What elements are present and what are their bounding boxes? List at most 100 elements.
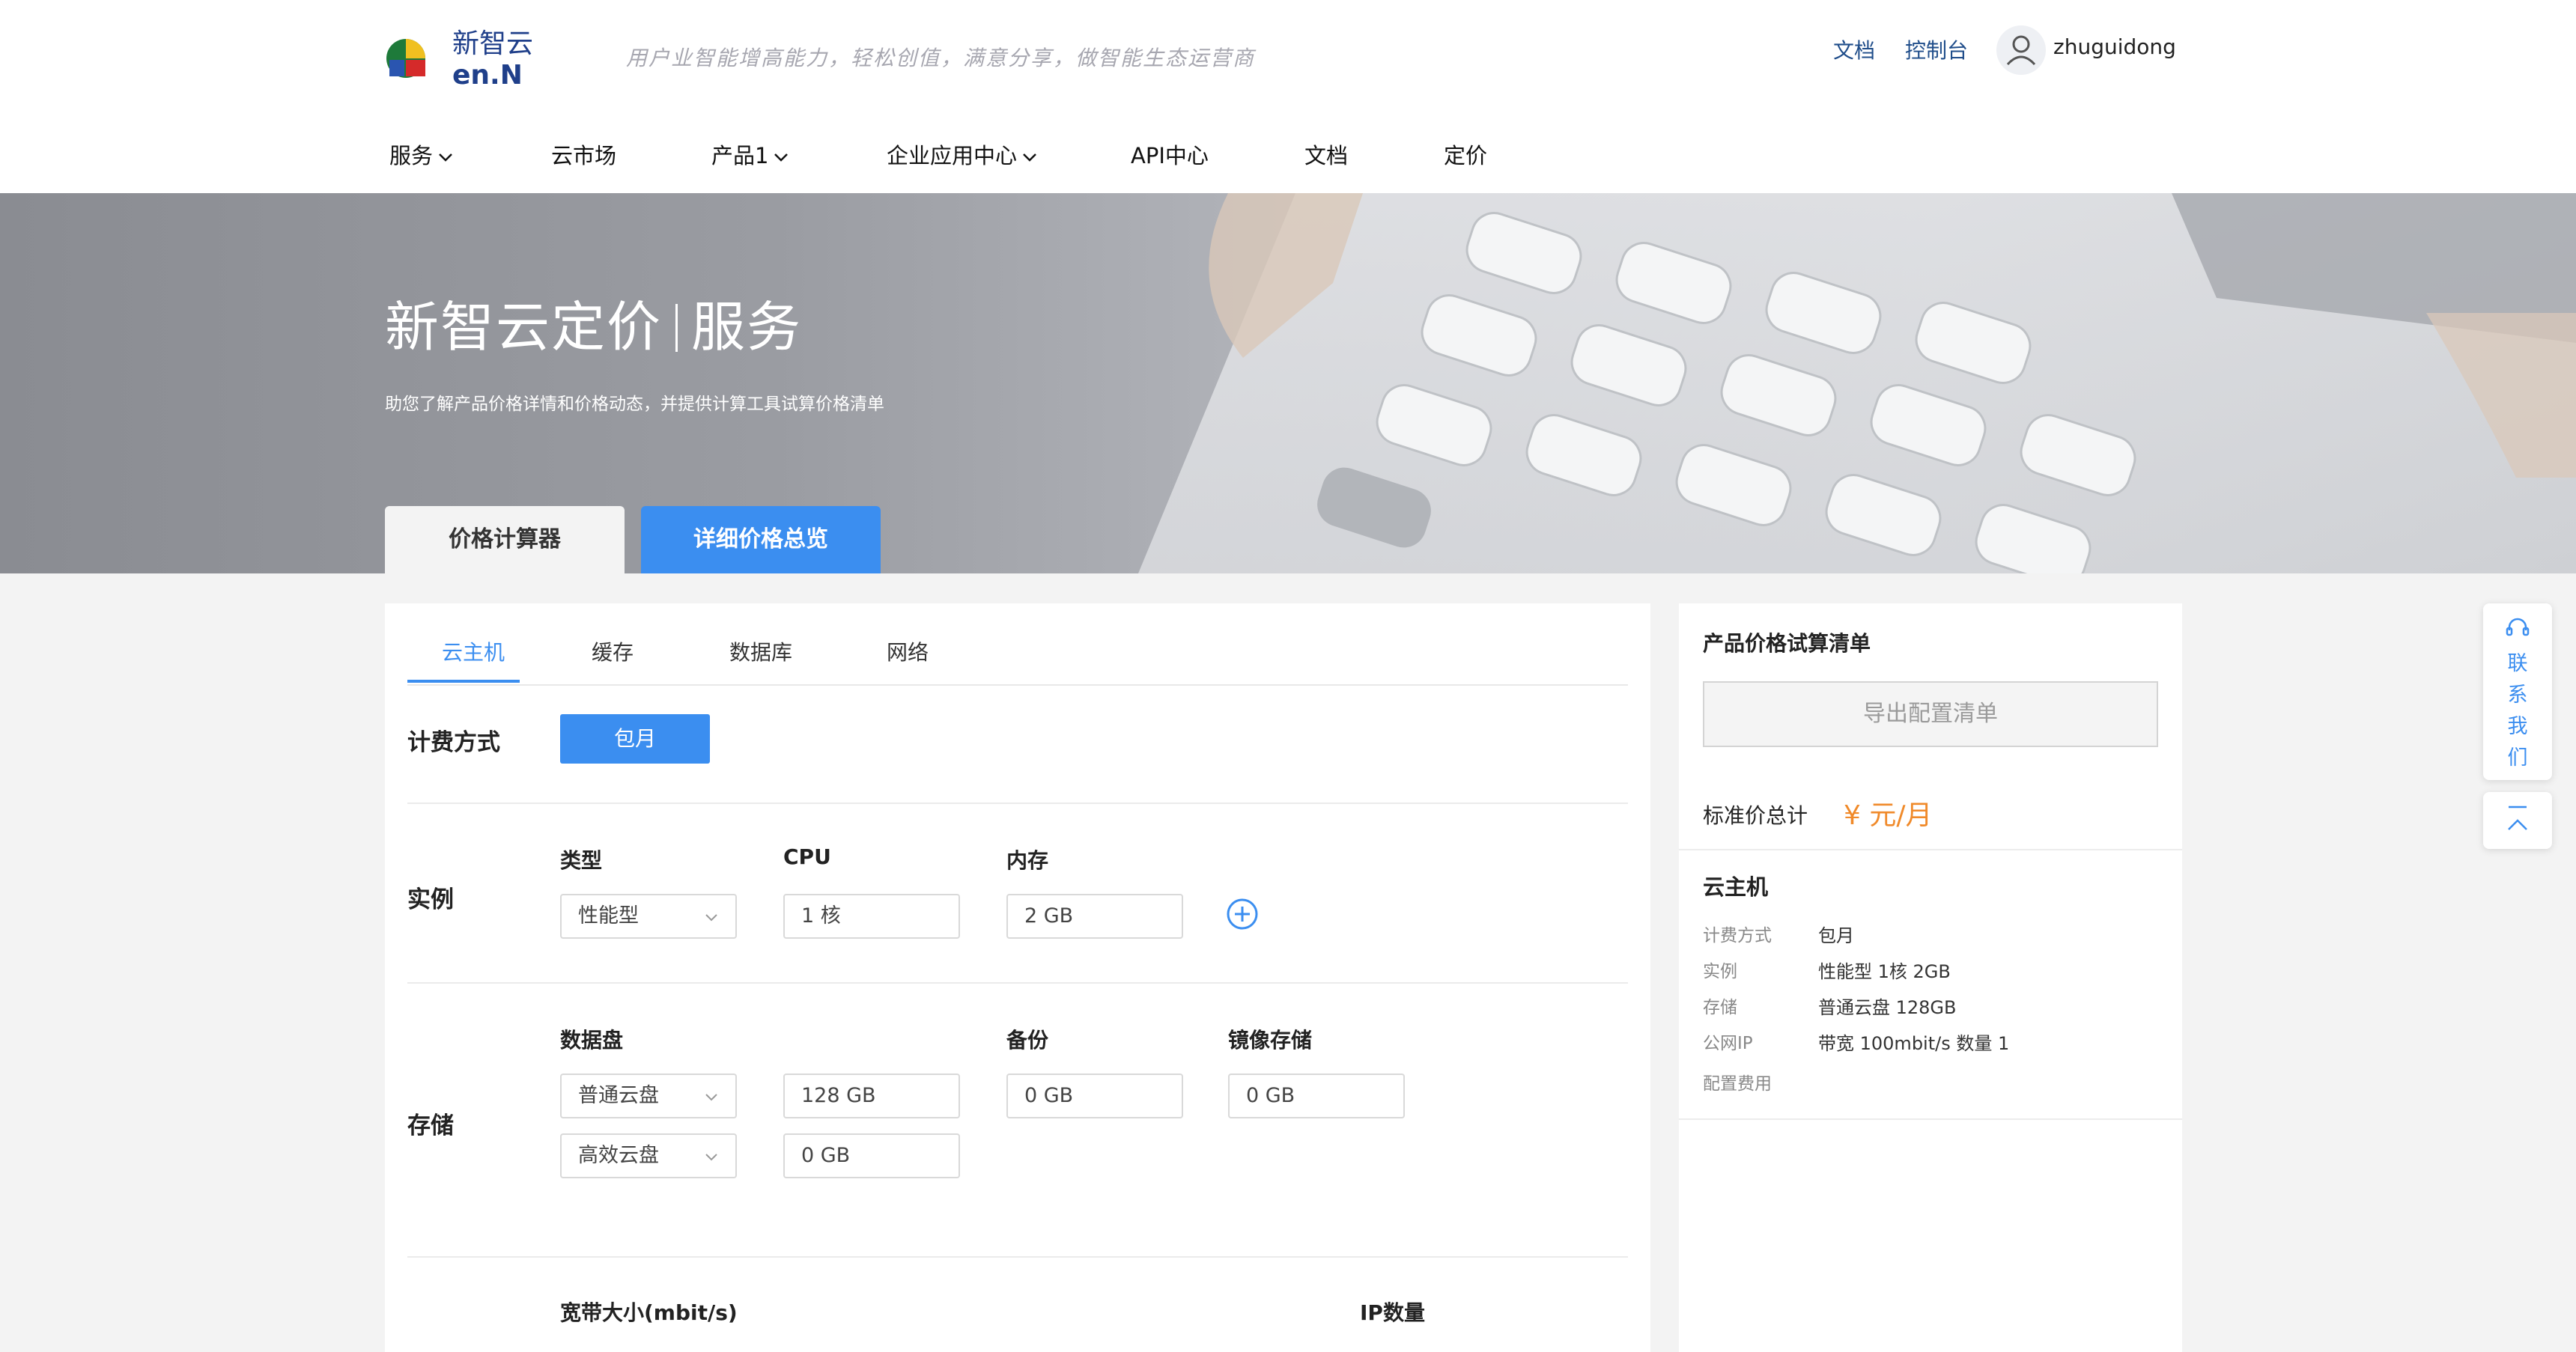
memory-value: 2 GB: [1024, 904, 1074, 928]
summary-value: 包月: [1818, 925, 1854, 946]
data-disk-label: 数据盘: [560, 1028, 624, 1053]
chevron-down-icon: [439, 153, 452, 162]
site-header: 新智云 en.N 用户业智能增高能力，轻松创值，满意分享，做智能生态运营商 文档…: [0, 0, 2576, 195]
calculator-panel: 云主机 缓存 数据库 网络 计费方式 包月 实例 类型 CPU 内存 性能型 1…: [385, 603, 1650, 1352]
nav-label: 企业应用中心: [887, 143, 1018, 168]
disk-size-value: 0 GB: [801, 1144, 851, 1167]
billing-label: 计费方式: [407, 729, 500, 756]
add-circle-icon[interactable]: [1225, 897, 1260, 931]
tab-cloud-host[interactable]: 云主机: [442, 636, 505, 666]
export-config-button[interactable]: 导出配置清单: [1703, 681, 2158, 747]
disk-type-select[interactable]: 普通云盘: [560, 1074, 737, 1118]
tab-database[interactable]: 数据库: [729, 636, 792, 666]
disk-size-value: 128 GB: [801, 1084, 876, 1107]
divider: [407, 1256, 1628, 1258]
tab-cache[interactable]: 缓存: [592, 636, 634, 666]
nav-label: API中心: [1131, 143, 1209, 168]
nav-label: 云市场: [551, 143, 617, 168]
chevron-down-icon: [705, 1154, 717, 1161]
bandwidth-label: 宽带大小(mbit/s): [560, 1300, 738, 1325]
divider: [407, 803, 1628, 804]
calculator-illustration: [1138, 193, 2576, 573]
total-price: ¥ 元/月: [1844, 800, 1933, 831]
pricing-banner: 新智云定价 服务 助您了解产品价格详情和价格动态，并提供计算工具试算价格清单 价格…: [0, 193, 2576, 573]
backup-value: 0 GB: [1024, 1084, 1074, 1107]
tab-price-overview[interactable]: 详细价格总览: [641, 506, 881, 573]
image-storage-label: 镜像存储: [1228, 1028, 1313, 1053]
total-label: 标准价总计: [1703, 803, 1808, 828]
site-logo[interactable]: 新智云 en.N: [383, 24, 571, 93]
summary-section-title: 云主机: [1703, 874, 1769, 900]
title-separator: [675, 304, 678, 352]
price-summary-panel: 产品价格试算清单 导出配置清单 标准价总计 ¥ 元/月 云主机 计费方式 包月 …: [1679, 603, 2182, 1352]
image-storage-value: 0 GB: [1246, 1084, 1295, 1107]
page-title-main: 新智云定价: [385, 296, 663, 359]
contact-label: 们: [2507, 746, 2528, 770]
user-icon: [2006, 35, 2036, 66]
disk-size-input[interactable]: 0 GB: [783, 1133, 960, 1178]
active-tab-indicator: [407, 680, 520, 683]
summary-title: 产品价格试算清单: [1703, 631, 1871, 656]
disk-type-value: 普通云盘: [578, 1084, 659, 1107]
contact-us-button[interactable]: 联 系 我 们: [2483, 603, 2552, 780]
console-link[interactable]: 控制台: [1905, 34, 1968, 64]
backup-input[interactable]: 0 GB: [1006, 1074, 1183, 1118]
nav-item-docs[interactable]: 文档: [1304, 138, 1348, 170]
summary-key: 计费方式: [1703, 926, 1772, 946]
nav-item-pricing[interactable]: 定价: [1444, 138, 1487, 170]
cpu-label: CPU: [783, 844, 831, 869]
disk-size-input[interactable]: 128 GB: [783, 1074, 960, 1118]
banner-subtitle: 助您了解产品价格详情和价格动态，并提供计算工具试算价格清单: [385, 395, 884, 414]
billing-monthly-button[interactable]: 包月: [560, 714, 710, 764]
storage-label: 存储: [407, 1112, 454, 1139]
chevron-down-icon: [705, 1094, 717, 1101]
divider: [407, 982, 1628, 984]
nav-label: 产品1: [711, 143, 769, 168]
summary-key: 存储: [1703, 998, 1737, 1017]
disk-type-select[interactable]: 高效云盘: [560, 1133, 737, 1178]
contact-label: 我: [2507, 715, 2528, 738]
cpu-input[interactable]: 1 核: [783, 894, 960, 939]
page-title: 新智云定价 服务: [385, 283, 802, 362]
logo-text: 新智云: [452, 28, 533, 59]
nav-item-product1[interactable]: 产品1: [711, 138, 789, 170]
divider: [1679, 849, 2182, 850]
tab-network[interactable]: 网络: [887, 636, 929, 666]
summary-key: 配置费用: [1703, 1074, 1772, 1094]
docs-link[interactable]: 文档: [1833, 34, 1875, 64]
nav-label: 服务: [389, 143, 434, 168]
tab-price-calculator[interactable]: 价格计算器: [385, 506, 625, 573]
nav-item-api[interactable]: API中心: [1131, 138, 1209, 170]
nav-item-enterprise[interactable]: 企业应用中心: [887, 138, 1038, 170]
disk-type-value: 高效云盘: [578, 1144, 659, 1167]
cpu-value: 1 核: [801, 904, 841, 928]
nav-item-market[interactable]: 云市场: [551, 138, 616, 170]
logo-subtext: en.N: [452, 60, 523, 91]
avatar[interactable]: [1996, 25, 2046, 75]
chevron-down-icon: [705, 914, 717, 922]
instance-type-select[interactable]: 性能型: [560, 894, 737, 939]
product-tabs: 云主机 缓存 数据库 网络: [407, 603, 1628, 686]
page-title-sub: 服务: [691, 296, 803, 359]
instance-label: 实例: [407, 886, 454, 913]
chevron-down-icon: [1023, 153, 1036, 162]
summary-key: 公网IP: [1703, 1034, 1753, 1053]
ip-count-label: IP数量: [1360, 1300, 1425, 1325]
username[interactable]: zhuguidong: [2053, 34, 2176, 59]
back-to-top-button[interactable]: [2483, 792, 2552, 849]
nav-label: 文档: [1304, 143, 1349, 168]
image-storage-input[interactable]: 0 GB: [1228, 1074, 1405, 1118]
nav-item-services[interactable]: 服务: [389, 138, 454, 170]
slogan: 用户业智能增高能力，轻松创值，满意分享，做智能生态运营商: [626, 46, 1256, 70]
contact-label: 系: [2507, 683, 2528, 707]
type-label: 类型: [560, 848, 603, 873]
divider: [1679, 1118, 2182, 1120]
contact-label: 联: [2507, 652, 2528, 675]
headset-icon: [2506, 618, 2530, 636]
chevron-down-icon: [774, 153, 789, 162]
summary-key: 实例: [1703, 962, 1737, 981]
summary-value: 普通云盘 128GB: [1818, 997, 1957, 1018]
memory-input[interactable]: 2 GB: [1006, 894, 1183, 939]
nav-label: 定价: [1444, 143, 1488, 168]
summary-value: 性能型 1核 2GB: [1818, 961, 1951, 982]
